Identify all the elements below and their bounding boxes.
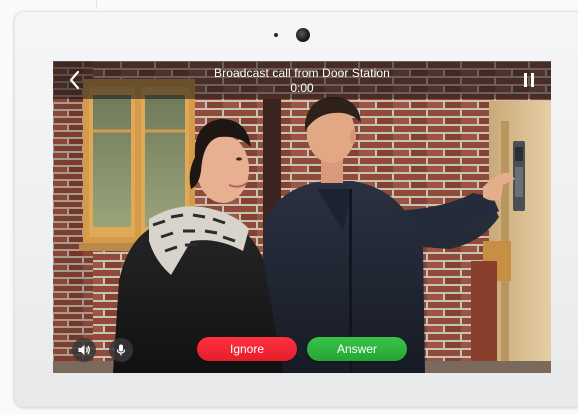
microphone-icon xyxy=(116,344,126,356)
microphone-button[interactable] xyxy=(109,338,133,362)
answer-button[interactable]: Answer xyxy=(307,337,407,361)
call-timer: 0:00 xyxy=(290,81,314,95)
speaker-button[interactable] xyxy=(72,338,96,362)
chevron-left-icon[interactable] xyxy=(65,69,85,91)
speaker-icon xyxy=(78,345,90,355)
call-header-bar: Broadcast call from Door Station 0:00 xyxy=(53,61,551,99)
front-camera xyxy=(296,28,310,42)
call-screen: Broadcast call from Door Station 0:00 Ig… xyxy=(53,61,551,373)
door-station-video-feed xyxy=(53,61,551,373)
call-title: Broadcast call from Door Station xyxy=(214,66,390,80)
page: Broadcast call from Door Station 0:00 Ig… xyxy=(0,0,578,415)
ignore-button[interactable]: Ignore xyxy=(197,337,297,361)
pause-icon[interactable] xyxy=(519,70,539,90)
proximity-sensor xyxy=(274,33,278,37)
page-divider xyxy=(96,0,97,9)
